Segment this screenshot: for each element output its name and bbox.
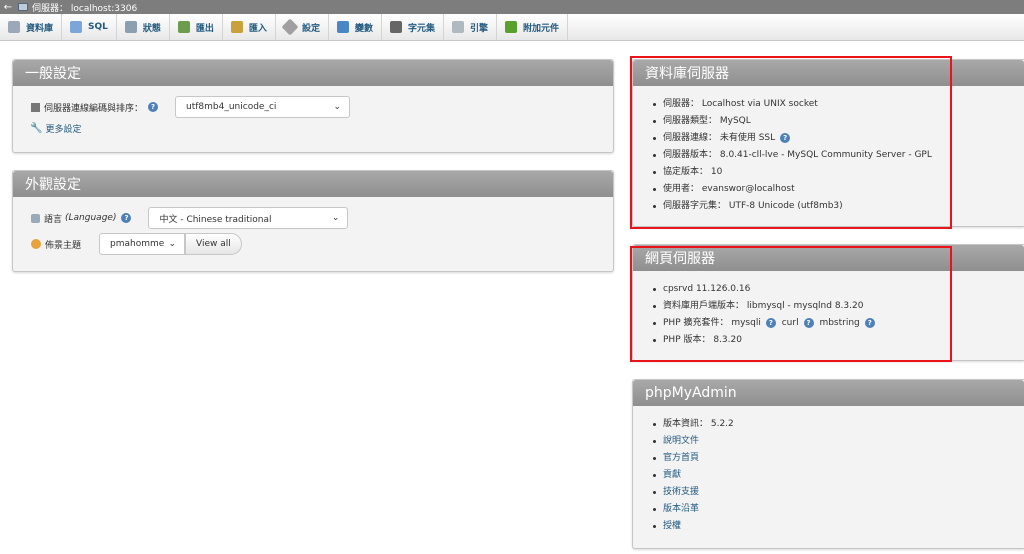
web-server-title: 網頁伺服器 (633, 245, 1024, 271)
window-titlebar: ← 伺服器： localhost:3306 (0, 0, 1024, 14)
appearance-settings-title: 外觀設定 (13, 171, 613, 197)
language-label-en: (Language) (65, 213, 117, 223)
view-all-button[interactable]: View all (185, 233, 242, 255)
chevron-down-icon: ⌄ (331, 213, 340, 223)
collation-label: 伺服器連線編碼與排序： (44, 103, 144, 114)
theme-select[interactable]: pmahomme ⌄ (99, 233, 186, 255)
wrench-icon (281, 18, 299, 36)
language-label: 語言 (44, 214, 63, 225)
list-item: 說明文件 (653, 433, 1024, 450)
tab-engines[interactable]: 引擎 (444, 14, 497, 40)
import-icon (230, 21, 243, 33)
chevron-down-icon: ⌄ (168, 239, 177, 249)
list-item: cpsrvd 11.126.0.16 (653, 281, 1024, 298)
list-item: 版本沿革 (653, 501, 1024, 518)
phpmyadmin-panel: phpMyAdmin 版本資訊： 5.2.2 說明文件 官方首頁 貢獻 技術支援… (632, 379, 1024, 549)
window-title[interactable]: 伺服器： localhost:3306 (32, 1, 137, 14)
theme-label: 佈景主題 (45, 240, 82, 251)
sql-icon (70, 21, 83, 33)
more-settings-link[interactable]: 更多設定 (45, 122, 81, 135)
web-server-panel: 網頁伺服器 cpsrvd 11.126.0.16 資料庫用戶端版本： libmy… (632, 244, 1024, 361)
web-server-list: cpsrvd 11.126.0.16 資料庫用戶端版本： libmysql - … (633, 271, 1024, 349)
homepage-link[interactable]: 官方首頁 (663, 453, 699, 463)
list-item: 版本資訊： 5.2.2 (653, 416, 1024, 433)
appearance-settings-panel: 外觀設定 語言 (Language) ? 中文 - Chinese tradit… (12, 170, 614, 272)
list-item: 伺服器版本： 8.0.41-cll-lve - MySQL Community … (653, 147, 1024, 164)
tab-plugins[interactable]: 附加元件 (497, 14, 569, 40)
list-item: 伺服器字元集： UTF-8 Unicode (utf8mb3) (653, 198, 1024, 215)
language-icon (31, 213, 40, 223)
tab-settings[interactable]: 設定 (276, 14, 329, 40)
tab-import[interactable]: 匯入 (223, 14, 276, 40)
theme-icon (31, 239, 41, 249)
tab-charsets[interactable]: 字元集 (382, 14, 444, 40)
charset-icon (389, 21, 402, 33)
list-item: 官方首頁 (653, 450, 1024, 467)
phpmyadmin-list: 版本資訊： 5.2.2 說明文件 官方首頁 貢獻 技術支援 版本沿革 授權 (633, 406, 1024, 535)
server-icon (18, 3, 28, 11)
tab-sql[interactable]: SQL (62, 14, 117, 40)
docs-link[interactable]: 說明文件 (663, 436, 699, 446)
help-icon[interactable]: ? (148, 102, 159, 112)
database-server-panel: 資料庫伺服器 伺服器： Localhost via UNIX socket 伺服… (632, 59, 1024, 227)
database-server-list: 伺服器： Localhost via UNIX socket 伺服器類型： My… (633, 86, 1024, 215)
support-link[interactable]: 技術支援 (663, 487, 699, 497)
variables-icon (336, 21, 349, 33)
main-tabs: 資料庫 SQL 狀態 匯出 匯入 設定 變數 字元集 引擎 附加元件 (0, 14, 1024, 41)
list-item: 伺服器連線： 未有使用 SSL? (653, 130, 1024, 147)
license-link[interactable]: 授權 (663, 521, 681, 531)
tab-export[interactable]: 匯出 (170, 14, 223, 40)
list-item: 技術支援 (653, 484, 1024, 501)
list-item: 伺服器： Localhost via UNIX socket (653, 96, 1024, 113)
list-item: 使用者： evanswor@localhost (653, 181, 1024, 198)
list-item: 協定版本： 10 (653, 164, 1024, 181)
tab-variables[interactable]: 變數 (329, 14, 382, 40)
list-item: 伺服器類型： MySQL (653, 113, 1024, 130)
tab-status[interactable]: 狀態 (117, 14, 170, 40)
help-icon[interactable]: ? (765, 317, 776, 328)
list-item: PHP 版本： 8.3.20 (653, 332, 1024, 349)
database-server-title: 資料庫伺服器 (633, 60, 1024, 86)
language-select[interactable]: 中文 - Chinese traditional ⌄ (148, 207, 349, 229)
phpmyadmin-title: phpMyAdmin (633, 380, 1024, 406)
changelog-link[interactable]: 版本沿革 (663, 504, 699, 514)
contribute-link[interactable]: 貢獻 (663, 470, 681, 480)
help-icon[interactable]: ? (803, 317, 814, 328)
database-icon (8, 21, 20, 33)
chevron-down-icon: ⌄ (333, 102, 342, 112)
list-item: PHP 擴充套件： mysqli? curl? mbstring? (653, 315, 1024, 332)
collation-icon (31, 102, 40, 112)
wrench-icon: 🔧 (30, 123, 43, 134)
general-settings-title: 一般設定 (13, 60, 613, 86)
export-icon (177, 21, 190, 33)
tab-databases[interactable]: 資料庫 (0, 14, 63, 40)
back-arrow-icon[interactable]: ← (2, 2, 14, 13)
list-item: 貢獻 (653, 467, 1024, 484)
help-icon[interactable]: ? (780, 132, 791, 143)
status-icon (124, 21, 137, 33)
general-settings-panel: 一般設定 伺服器連線編碼與排序： ? utf8mb4_unicode_ci ⌄ … (12, 59, 614, 153)
engine-icon (451, 21, 464, 33)
plugin-icon (505, 21, 517, 33)
help-icon[interactable]: ? (121, 213, 132, 223)
help-icon[interactable]: ? (864, 317, 875, 328)
list-item: 授權 (653, 518, 1024, 535)
collation-select[interactable]: utf8mb4_unicode_ci ⌄ (175, 96, 351, 118)
list-item: 資料庫用戶端版本： libmysql - mysqlnd 8.3.20 (653, 298, 1024, 315)
